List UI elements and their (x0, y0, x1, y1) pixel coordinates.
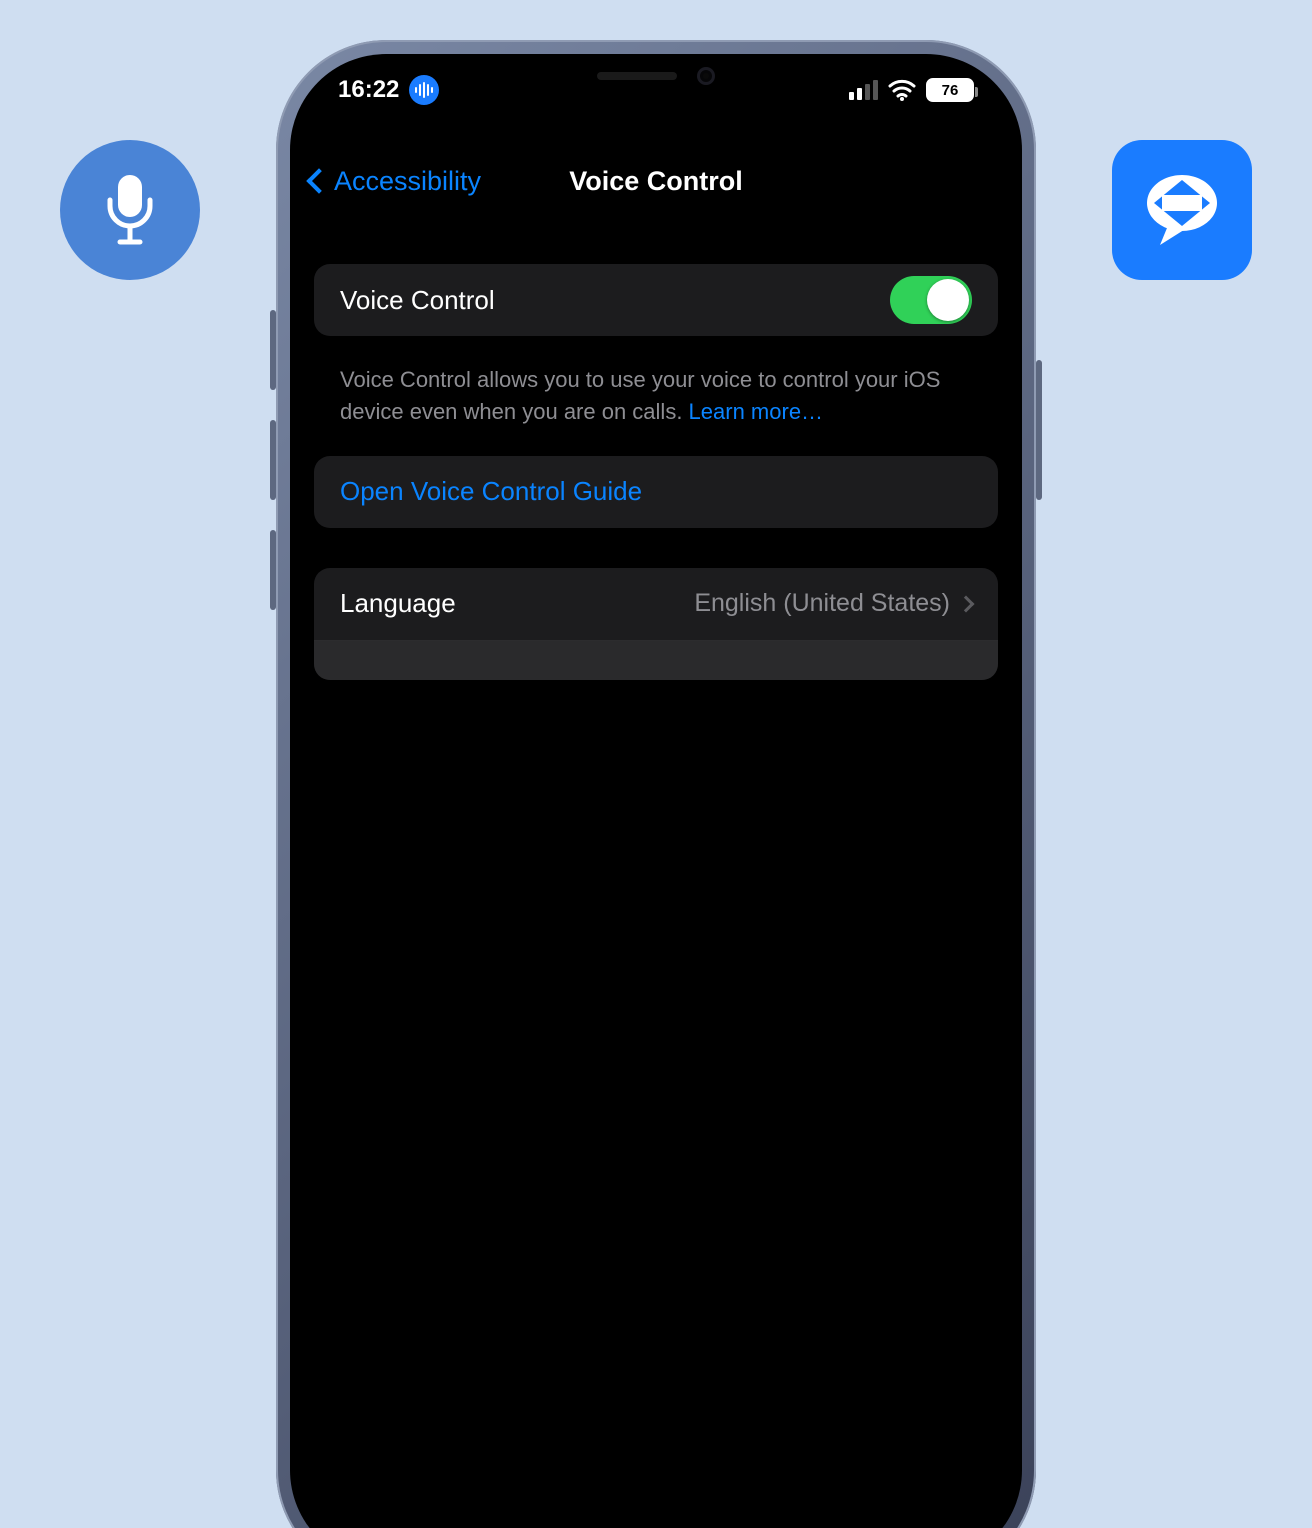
voice-control-toggle-group: Voice Control (314, 264, 998, 336)
front-camera (697, 67, 715, 85)
language-value: English (United States) (694, 589, 950, 618)
back-label: Accessibility (334, 166, 481, 197)
voice-control-toggle-row[interactable]: Voice Control (314, 264, 998, 336)
open-voice-control-guide-row[interactable]: Open Voice Control Guide (314, 456, 998, 528)
microphone-badge (60, 140, 200, 280)
voice-control-app-square (1112, 140, 1252, 280)
guide-group: Open Voice Control Guide (314, 456, 998, 528)
microphone-circle (60, 140, 200, 280)
iphone-screen: 16:22 76 (290, 54, 1022, 1528)
voice-control-app-badge (1112, 140, 1252, 280)
back-button[interactable]: Accessibility (310, 166, 481, 197)
voice-control-toggle[interactable] (890, 276, 972, 324)
battery-level: 76 (942, 82, 959, 99)
settings-content: Voice Control Voice Control allows you t… (290, 244, 1022, 1528)
iphone-frame: 16:22 76 (276, 40, 1036, 1528)
chevron-right-icon (958, 595, 975, 612)
chevron-left-icon (306, 168, 331, 193)
language-group: Language English (United States) (314, 568, 998, 680)
wifi-icon (888, 79, 916, 101)
toggle-knob (927, 279, 969, 321)
voice-control-footer: Voice Control allows you to use your voi… (314, 354, 998, 456)
learn-more-link[interactable]: Learn more… (689, 399, 824, 424)
nav-bar: Accessibility Voice Control (290, 146, 1022, 216)
page-title: Voice Control (569, 166, 743, 197)
language-label: Language (340, 588, 456, 619)
voice-control-app-icon (1132, 160, 1232, 260)
notch (526, 54, 786, 98)
status-time: 16:22 (338, 76, 399, 104)
voice-control-label: Voice Control (340, 285, 495, 316)
open-guide-label: Open Voice Control Guide (340, 476, 642, 507)
next-row-placeholder[interactable] (314, 640, 998, 680)
cellular-signal-icon (849, 80, 878, 100)
voice-control-active-indicator[interactable] (409, 75, 439, 105)
microphone-icon (100, 170, 160, 250)
language-row[interactable]: Language English (United States) (314, 568, 998, 640)
battery-indicator: 76 (926, 78, 974, 102)
speaker-grille (597, 72, 677, 80)
voice-control-description: Voice Control allows you to use your voi… (340, 367, 940, 424)
